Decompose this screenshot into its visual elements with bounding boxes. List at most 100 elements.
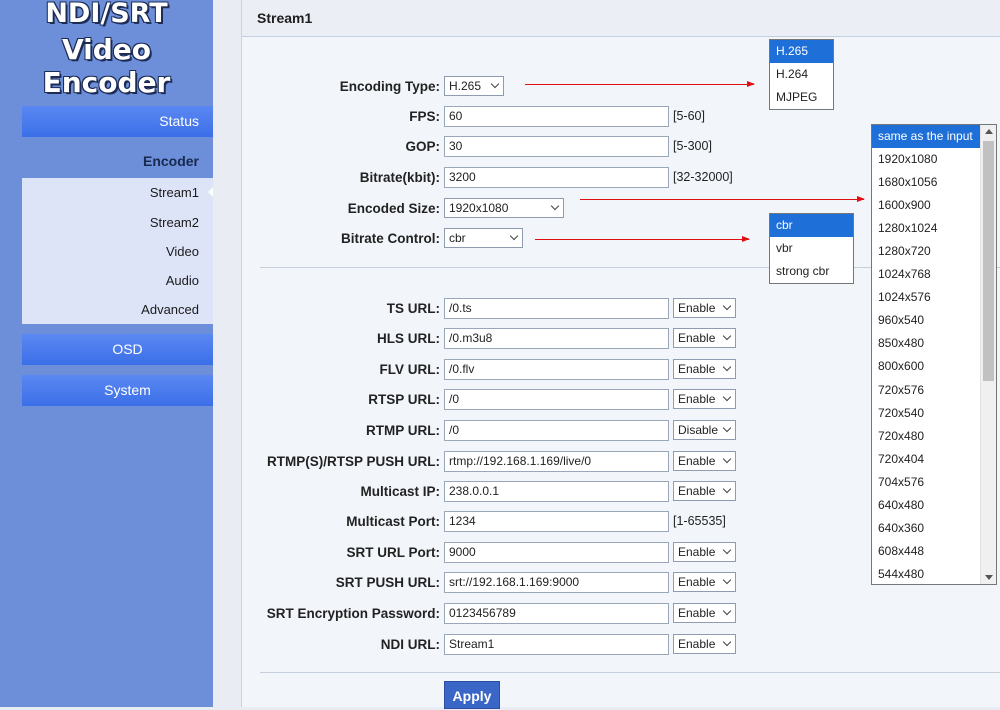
encoded-size-value: 1920x1080 [449,201,509,215]
size-option[interactable]: 1680x1056 [872,171,981,194]
gop-input[interactable]: 30 [444,136,669,157]
logo-line1: NDI/SRT [45,0,168,29]
size-option[interactable]: 640x480 [872,494,981,517]
srt-password-input[interactable]: 0123456789 [444,603,669,624]
scroll-down-icon[interactable] [985,575,993,580]
ndi-url-input[interactable]: Stream1 [444,634,669,655]
size-option[interactable]: 1920x1080 [872,148,981,171]
fps-label: FPS: [409,109,440,124]
srt-push-state: Enable [678,575,716,589]
ts-url-input[interactable]: /0.ts [444,298,669,319]
sidebar-item-advanced[interactable]: Advanced [22,295,213,324]
rtsp-url-input[interactable]: /0 [444,389,669,410]
ndi-url-label: NDI URL: [380,637,440,652]
srt-port-input[interactable]: 9000 [444,542,669,563]
chevron-down-icon [722,545,732,555]
srt-password-enable-select[interactable]: Enable [673,603,736,623]
multicast-ip-input[interactable]: 238.0.0.1 [444,481,669,502]
rtmp-url-input[interactable]: /0 [444,420,669,441]
sidebar-item-audio[interactable]: Audio [22,266,213,295]
hls-url-input[interactable]: /0.m3u8 [444,328,669,349]
nav-status-button[interactable]: Status [22,106,213,137]
bitrate-input[interactable]: 3200 [444,167,669,188]
sidebar-item-stream1[interactable]: Stream1 [22,178,213,207]
rtmp-push-state: Enable [678,454,716,468]
bitrate-control-select[interactable]: cbr [444,228,523,248]
flv-url-state: Enable [678,362,716,376]
chevron-down-icon [722,301,732,311]
ts-url-label: TS URL: [386,301,440,316]
bitrate-option-cbr[interactable]: cbr [770,214,853,237]
bitrate-control-value: cbr [449,231,466,245]
sidebar-item-stream2[interactable]: Stream2 [22,208,213,237]
size-option[interactable]: 1024x576 [872,286,981,309]
srt-password-label: SRT Encryption Password: [266,606,440,621]
multicast-ip-enable-select[interactable]: Enable [673,481,736,501]
multicast-ip-state: Enable [678,484,716,498]
size-option[interactable]: 704x576 [872,471,981,494]
srt-port-state: Enable [678,545,716,559]
chevron-down-icon [722,484,732,494]
size-option[interactable]: 544x480 [872,563,981,584]
size-option[interactable]: 1280x1024 [872,217,981,240]
bitrate-option-strong-cbr[interactable]: strong cbr [770,260,853,283]
hls-url-enable-select[interactable]: Enable [673,328,736,348]
flv-url-enable-select[interactable]: Enable [673,359,736,379]
encoding-type-label: Encoding Type: [339,79,440,94]
nav-system-button[interactable]: System [22,375,213,406]
flv-url-input[interactable]: /0.flv [444,359,669,380]
encoding-option-mjpeg[interactable]: MJPEG [770,86,833,109]
size-option[interactable]: 1600x900 [872,194,981,217]
size-option[interactable]: 720x576 [872,379,981,402]
nav-encoder-header[interactable]: Encoder [22,145,213,178]
size-option[interactable]: 720x404 [872,448,981,471]
rtmp-push-url-label: RTMP(S)/RTSP PUSH URL: [266,454,440,469]
encoding-option-h264[interactable]: H.264 [770,63,833,86]
size-option[interactable]: 640x360 [872,517,981,540]
rtsp-url-enable-select[interactable]: Enable [673,389,736,409]
encoder-menu: Encoder Stream1 Stream2 Video Audio Adva… [22,145,213,324]
ts-url-enable-select[interactable]: Enable [673,298,736,318]
encoded-size-select[interactable]: 1920x1080 [444,198,564,218]
srt-port-enable-select[interactable]: Enable [673,542,736,562]
size-option[interactable]: 960x540 [872,309,981,332]
ndi-url-enable-select[interactable]: Enable [673,634,736,654]
encoding-type-row: Encoding Type: H.265 [242,76,1000,100]
size-option[interactable]: 850x480 [872,332,981,355]
multicast-ip-label: Multicast IP: [360,484,440,499]
srt-push-url-label: SRT PUSH URL: [335,575,440,590]
size-option[interactable]: 800x600 [872,355,981,378]
nav-osd-button[interactable]: OSD [22,334,213,365]
chevron-down-icon [722,392,732,402]
size-option[interactable]: 720x480 [872,425,981,448]
rtsp-url-state: Enable [678,392,716,406]
srt-push-url-input[interactable]: srt://192.168.1.169:9000 [444,572,669,593]
scroll-up-icon[interactable] [985,129,993,134]
gop-label: GOP: [405,139,440,154]
sidebar-item-video[interactable]: Video [22,237,213,266]
size-options-scrollbar[interactable] [980,125,996,584]
encoding-type-select[interactable]: H.265 [444,76,504,96]
chevron-down-icon [490,79,500,89]
fps-input[interactable]: 60 [444,106,669,127]
multicast-port-input[interactable]: 1234 [444,511,669,532]
bitrate-option-vbr[interactable]: vbr [770,237,853,260]
size-option[interactable]: same as the input [872,125,981,149]
rtmp-url-enable-select[interactable]: Disable [673,420,736,440]
annotation-arrow-encoding [525,81,755,87]
scrollbar-thumb[interactable] [983,141,994,381]
bitrate-label: Bitrate(kbit): [359,170,440,185]
encoding-option-h265[interactable]: H.265 [770,40,833,63]
size-option[interactable]: 608x448 [872,540,981,563]
size-option[interactable]: 720x540 [872,402,981,425]
annotation-arrow-size [580,196,865,202]
apply-button[interactable]: Apply [444,681,500,709]
srt-password-state: Enable [678,606,716,620]
srt-push-enable-select[interactable]: Enable [673,572,736,592]
encoding-type-options: H.265 H.264 MJPEG [769,39,834,110]
rtmp-push-enable-select[interactable]: Enable [673,451,736,471]
size-option[interactable]: 1024x768 [872,263,981,286]
size-option[interactable]: 1280x720 [872,240,981,263]
rtmp-push-url-input[interactable]: rtmp://192.168.1.169/live/0 [444,451,669,472]
chevron-down-icon [722,454,732,464]
